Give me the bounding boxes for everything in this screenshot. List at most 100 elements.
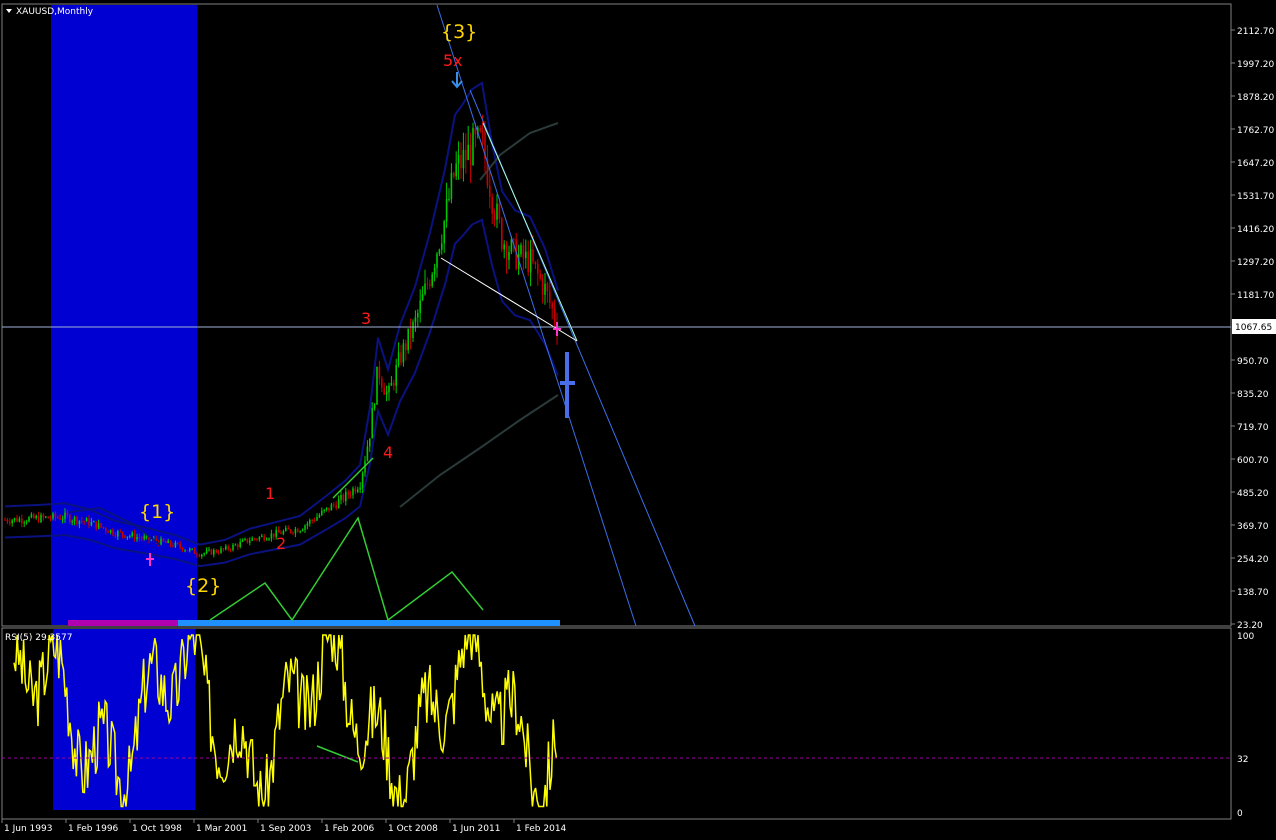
candle-body xyxy=(90,521,93,526)
candle-body xyxy=(373,404,376,409)
candle-body xyxy=(400,352,402,363)
candle-body xyxy=(441,243,443,250)
candle-body xyxy=(18,518,21,522)
candle-body xyxy=(220,548,222,553)
candle-body xyxy=(462,150,465,169)
price-tick-label: 719.70 xyxy=(1237,423,1269,433)
candle-body xyxy=(217,552,220,554)
wave-label-2: 2 xyxy=(276,534,286,553)
candle-body xyxy=(191,548,193,550)
candle-body xyxy=(330,504,333,511)
candle-body xyxy=(534,261,537,264)
candle-body xyxy=(551,303,553,309)
candle-body xyxy=(328,507,330,511)
candle-body xyxy=(369,438,371,447)
candle-body xyxy=(119,531,121,533)
candle-body xyxy=(210,549,213,555)
candle-body xyxy=(181,547,184,551)
candle-body xyxy=(45,516,47,518)
candle-body xyxy=(124,535,126,538)
candle-body xyxy=(244,538,246,541)
candle-body xyxy=(395,364,397,386)
candle-body xyxy=(321,510,323,516)
candle-body xyxy=(117,531,119,537)
candle-body xyxy=(438,249,441,254)
wave-label-4: 4 xyxy=(383,443,393,462)
candle-body xyxy=(213,550,215,555)
candle-body xyxy=(227,546,229,550)
candle-body xyxy=(109,529,112,533)
candle-body xyxy=(172,545,174,547)
candle-body xyxy=(409,328,412,338)
date-tick-label: 1 Oct 2008 xyxy=(388,824,438,834)
candle-body xyxy=(64,512,66,520)
candle-body xyxy=(309,520,311,524)
price-tick-label: 1647.20 xyxy=(1237,159,1274,169)
candle-body xyxy=(325,507,328,510)
candle-body xyxy=(546,283,549,292)
candle-body xyxy=(66,512,69,516)
candle-body xyxy=(73,516,76,522)
candle-body xyxy=(294,529,297,534)
candle-body xyxy=(13,517,16,521)
candle-body xyxy=(549,291,551,304)
date-tick-label: 1 Jun 1993 xyxy=(4,824,52,834)
candle-body xyxy=(421,294,424,301)
candle-body xyxy=(345,491,347,501)
candle-body xyxy=(445,199,448,222)
rsi-highlight-region xyxy=(53,629,195,810)
candle-body xyxy=(424,283,426,295)
candle-body xyxy=(263,535,265,541)
candle-body xyxy=(136,536,138,540)
candle-body xyxy=(61,519,64,521)
candle-body xyxy=(95,521,97,529)
price-tick-label: 1878.20 xyxy=(1237,93,1274,103)
candle-body xyxy=(268,538,270,540)
candle-body xyxy=(539,273,541,279)
candle-body xyxy=(381,378,383,388)
candle-body xyxy=(49,518,52,520)
candle-body xyxy=(174,542,177,547)
candle-body xyxy=(474,128,477,135)
candle-body xyxy=(385,392,388,395)
candle-body xyxy=(28,517,30,522)
candle-body xyxy=(405,343,407,351)
candle-body xyxy=(285,527,287,532)
wave-label-1: 1 xyxy=(265,484,275,503)
candle-body xyxy=(30,514,33,518)
candle-body xyxy=(232,544,234,550)
candle-body xyxy=(429,284,431,286)
candle-body xyxy=(107,531,109,533)
candle-body xyxy=(433,267,436,275)
current-price-label: 1067.65 xyxy=(1235,323,1272,333)
candle-body xyxy=(241,540,244,542)
candle-body xyxy=(21,518,23,524)
candle-body xyxy=(162,538,165,542)
candle-body xyxy=(256,538,258,540)
price-tick-label: 1997.20 xyxy=(1237,60,1274,70)
candle-body xyxy=(179,544,181,548)
candle-body xyxy=(337,499,340,509)
candle-body xyxy=(513,239,515,241)
candle-body xyxy=(203,553,205,555)
candle-body xyxy=(457,154,460,164)
candle-body xyxy=(376,366,378,405)
candle-body xyxy=(141,537,143,539)
rsi-tick-32: 32 xyxy=(1237,755,1248,765)
candle-body xyxy=(121,531,124,536)
candle-body xyxy=(505,244,508,260)
candle-body xyxy=(316,517,318,521)
candle-body xyxy=(47,516,49,519)
candle-body xyxy=(397,352,400,365)
candle-body xyxy=(160,538,162,545)
candle-body xyxy=(544,283,546,295)
candle-body xyxy=(33,514,35,519)
candle-body xyxy=(520,245,522,255)
candle-body xyxy=(35,516,37,519)
chart-canvas[interactable]: 1067.65 XAUUSD,Monthly RSI(5) 29.3577 21… xyxy=(0,0,1276,840)
candle-body xyxy=(417,312,419,318)
candle-body xyxy=(57,517,59,519)
candle-body xyxy=(479,127,481,131)
candle-body xyxy=(246,538,249,543)
candle-body xyxy=(261,535,263,537)
